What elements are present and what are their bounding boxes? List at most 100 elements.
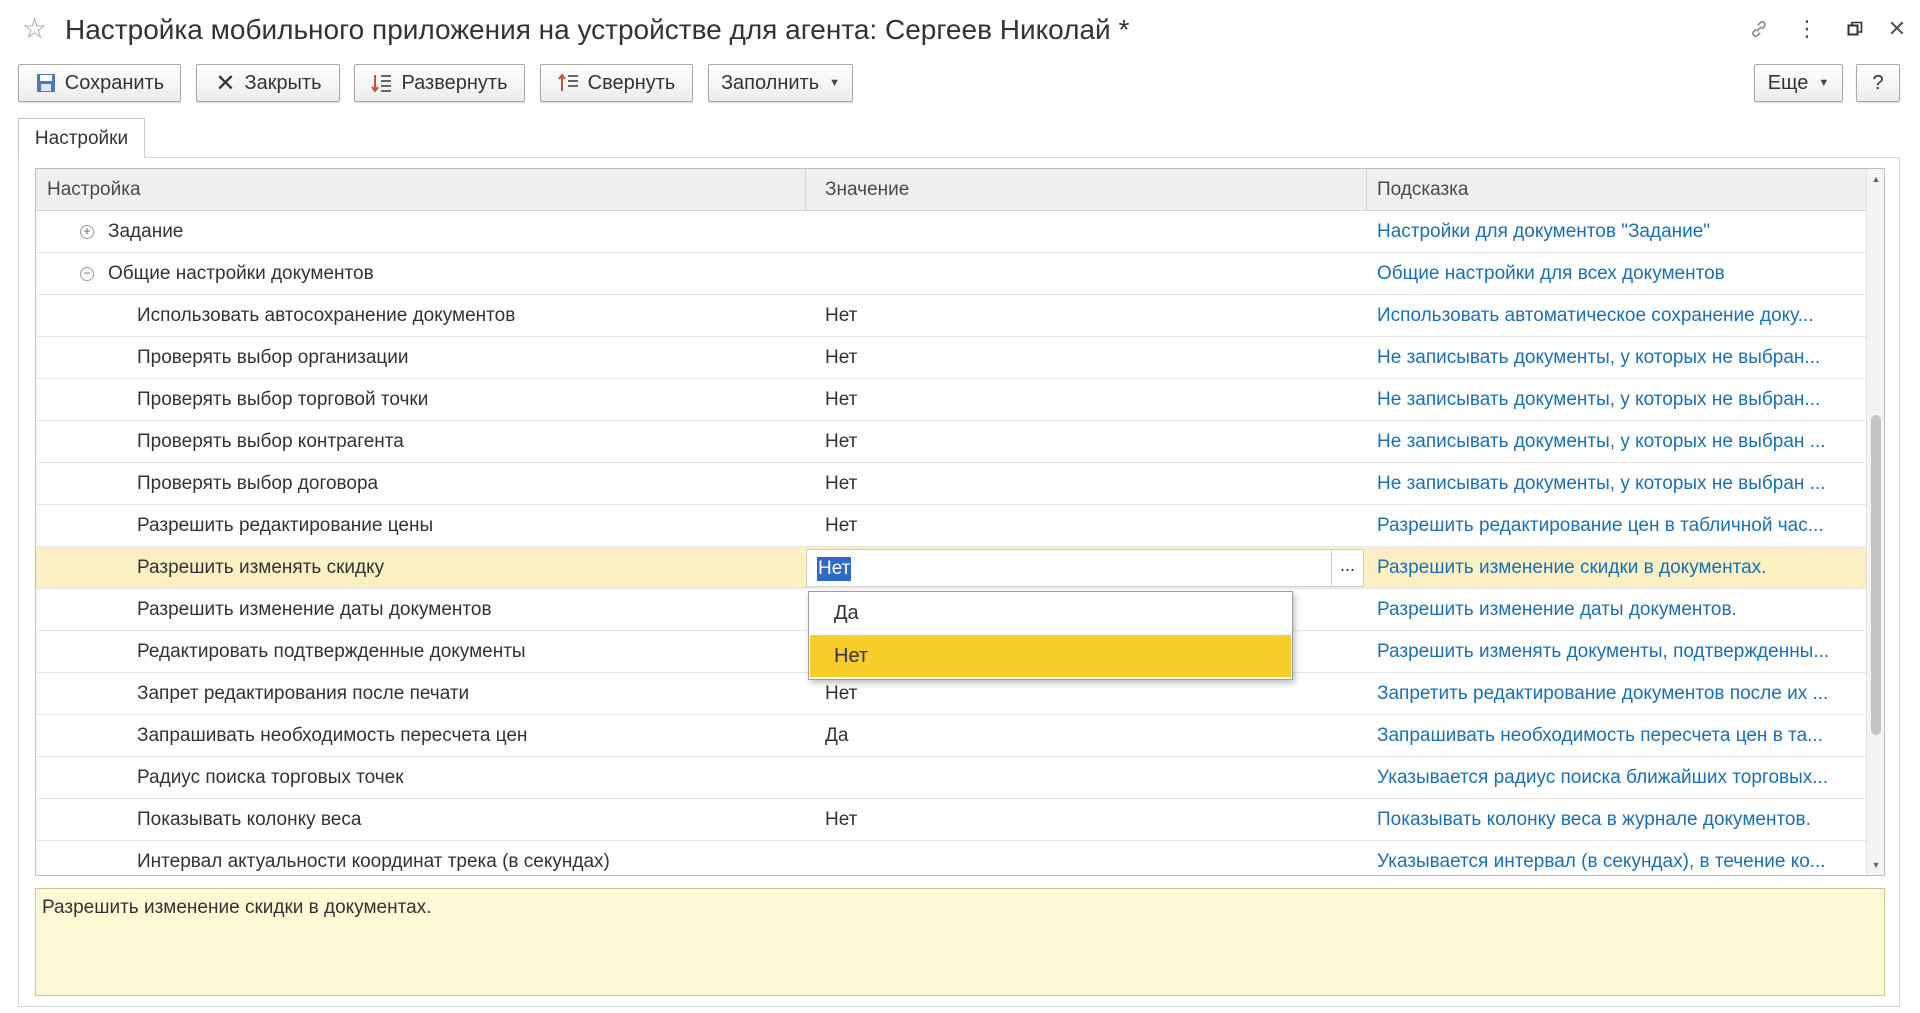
setting-value[interactable]	[825, 253, 1345, 295]
setting-name: Редактировать подтвержденные документы	[137, 641, 526, 662]
table-row[interactable]: Проверять выбор контрагента Нет Не запис…	[36, 421, 1866, 463]
scroll-down-arrow-icon[interactable]: ▼	[1867, 855, 1884, 875]
column-divider[interactable]	[805, 169, 806, 211]
table-row-group[interactable]: − Общие настройки документов Общие настр…	[36, 253, 1866, 295]
expand-plus-icon[interactable]: +	[80, 225, 94, 239]
setting-hint: Не записывать документы, у которых не вы…	[1377, 389, 1821, 410]
setting-value[interactable]: Нет	[825, 505, 1345, 547]
table-row[interactable]: Проверять выбор торговой точки Нет Не за…	[36, 379, 1866, 421]
close-button[interactable]: ✕ Закрыть	[196, 64, 340, 102]
setting-value[interactable]: Нет	[825, 295, 1345, 337]
table-row[interactable]: Проверять выбор договора Нет Не записыва…	[36, 463, 1866, 505]
choice-ellipsis-button[interactable]: ...	[1331, 550, 1363, 586]
help-button[interactable]: ?	[1856, 64, 1900, 102]
value-edit-field[interactable]: Нет ...	[806, 549, 1364, 587]
fill-label: Заполнить	[720, 71, 820, 94]
table-row[interactable]: Радиус поиска торговых точек Указывается…	[36, 757, 1866, 799]
scrollbar-thumb[interactable]	[1871, 415, 1881, 735]
setting-name: Задание	[108, 221, 184, 242]
setting-hint: Не записывать документы, у которых не вы…	[1377, 347, 1821, 368]
setting-hint: Разрешить изменять документы, подтвержде…	[1377, 641, 1830, 662]
setting-name: Использовать автосохранение документов	[137, 305, 516, 326]
link-icon[interactable]	[1744, 14, 1774, 44]
setting-value[interactable]	[825, 841, 1345, 875]
value-choice-list: Да Нет	[808, 591, 1293, 680]
setting-hint: Разрешить редактирование цен в табличной…	[1377, 515, 1824, 536]
title-bar: ☆ Настройка мобильного приложения на уст…	[0, 0, 1920, 62]
window-title: Настройка мобильного приложения на устро…	[65, 14, 1130, 45]
table-row[interactable]: Показывать колонку веса Нет Показывать к…	[36, 799, 1866, 841]
table-row[interactable]: Использовать автосохранение документов Н…	[36, 295, 1866, 337]
scroll-up-arrow-icon[interactable]: ▲	[1867, 169, 1884, 189]
column-header-setting[interactable]: Настройка	[36, 169, 141, 211]
setting-name: Проверять выбор договора	[137, 473, 379, 494]
hint-panel: Разрешить изменение скидки в документах.	[35, 888, 1885, 996]
setting-hint: Общие настройки для всех документов	[1377, 263, 1725, 284]
restore-window-icon[interactable]	[1840, 14, 1870, 44]
table-row-selected[interactable]: Разрешить изменять скидку Нет ... Разреш…	[36, 547, 1866, 589]
more-vertical-icon[interactable]: ⋮	[1792, 14, 1822, 44]
more-label: Еще	[1767, 71, 1809, 94]
vertical-scrollbar[interactable]: ▲ ▼	[1866, 169, 1884, 875]
tab-settings[interactable]: Настройки	[18, 118, 145, 158]
table-row[interactable]: Запрашивать необходимость пересчета цен …	[36, 715, 1866, 757]
setting-hint: Разрешить изменение даты документов.	[1377, 599, 1737, 620]
chevron-down-icon: ▼	[1818, 77, 1830, 89]
setting-name: Проверять выбор организации	[137, 347, 409, 368]
setting-name: Запрет редактирования после печати	[137, 683, 470, 704]
expand-label: Развернуть	[401, 71, 508, 94]
table-row[interactable]: Интервал актуальности координат трека (в…	[36, 841, 1866, 875]
setting-name: Общие настройки документов	[108, 263, 374, 284]
setting-value[interactable]: Нет	[825, 799, 1345, 841]
setting-value[interactable]: Да	[825, 715, 1345, 757]
setting-hint: Запретить редактирование документов посл…	[1377, 683, 1829, 704]
setting-name: Проверять выбор торговой точки	[137, 389, 429, 410]
table-row[interactable]: Разрешить редактирование цены Нет Разреш…	[36, 505, 1866, 547]
chevron-down-icon: ▼	[829, 77, 841, 89]
setting-name: Радиус поиска торговых точек	[137, 767, 404, 788]
favorite-star-icon[interactable]: ☆	[22, 14, 47, 44]
table-row[interactable]: Проверять выбор организации Нет Не запис…	[36, 337, 1866, 379]
close-x-icon: ✕	[215, 69, 236, 97]
setting-name: Интервал актуальности координат трека (в…	[137, 851, 610, 872]
collapse-button[interactable]: Свернуть	[540, 64, 693, 102]
floppy-disk-icon	[35, 72, 57, 94]
collapse-tree-icon	[557, 72, 580, 94]
close-label: Закрыть	[244, 71, 322, 94]
setting-name: Разрешить изменять скидку	[137, 557, 385, 578]
value-edit-text[interactable]: Нет	[817, 557, 852, 581]
more-dropdown-button[interactable]: Еще ▼	[1754, 64, 1843, 102]
setting-hint: Использовать автоматическое сохранение д…	[1377, 305, 1814, 326]
setting-name: Запрашивать необходимость пересчета цен	[137, 725, 528, 746]
table-header: Настройка Значение Подсказка	[36, 169, 1866, 211]
table-row-group[interactable]: + Задание Настройки для документов "Зада…	[36, 211, 1866, 253]
save-button[interactable]: Сохранить	[18, 64, 181, 102]
close-window-icon[interactable]: ✕	[1882, 14, 1912, 44]
setting-hint: Не записывать документы, у которых не вы…	[1377, 473, 1826, 494]
setting-name: Разрешить редактирование цены	[137, 515, 434, 536]
setting-name: Разрешить изменение даты документов	[137, 599, 492, 620]
fill-dropdown-button[interactable]: Заполнить ▼	[708, 64, 853, 102]
collapse-minus-icon[interactable]: −	[80, 267, 94, 281]
expand-tree-icon	[371, 72, 393, 94]
setting-hint: Показывать колонку веса в журнале докуме…	[1377, 809, 1811, 830]
setting-value[interactable]: Нет	[825, 463, 1345, 505]
choice-option-no[interactable]: Нет	[810, 635, 1291, 677]
column-header-value[interactable]: Значение	[814, 169, 909, 211]
choice-option-yes[interactable]: Да	[810, 592, 1291, 634]
setting-value[interactable]	[825, 211, 1345, 253]
setting-hint: Указывается интервал (в секундах), в теч…	[1377, 851, 1826, 872]
setting-name: Показывать колонку веса	[137, 809, 362, 830]
setting-hint: Указывается радиус поиска ближайших торг…	[1377, 767, 1829, 788]
setting-value[interactable]: Нет	[825, 337, 1345, 379]
collapse-label: Свернуть	[587, 71, 676, 94]
setting-value[interactable]	[825, 757, 1345, 799]
setting-hint: Разрешить изменение скидки в документах.	[1377, 557, 1767, 578]
expand-button[interactable]: Развернуть	[354, 64, 525, 102]
setting-value[interactable]: Нет	[825, 379, 1345, 421]
setting-hint: Настройки для документов "Задание"	[1377, 221, 1711, 242]
setting-name: Проверять выбор контрагента	[137, 431, 404, 452]
column-header-hint[interactable]: Подсказка	[1366, 169, 1468, 211]
setting-hint: Запрашивать необходимость пересчета цен …	[1377, 725, 1823, 746]
setting-value[interactable]: Нет	[825, 421, 1345, 463]
